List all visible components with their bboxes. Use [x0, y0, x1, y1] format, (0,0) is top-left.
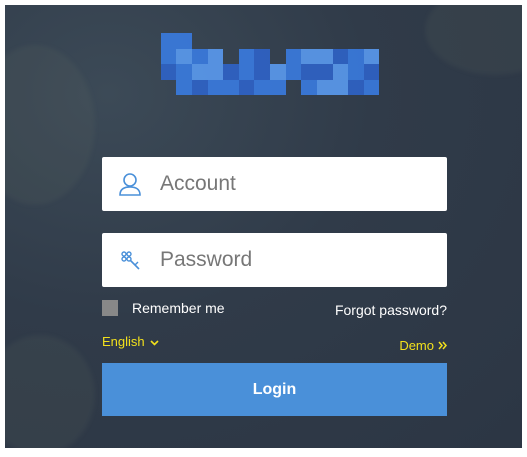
- logo-pixel: [145, 80, 161, 96]
- logo-pixel: [270, 33, 286, 49]
- logo-pixel: [363, 64, 380, 80]
- logo-pixel: [238, 48, 255, 64]
- logo-pixel: [379, 33, 395, 49]
- logo-pixel: [286, 80, 302, 96]
- logo-pixel: [379, 64, 395, 80]
- login-screen: Remember me Forgot password? English Dem…: [5, 5, 522, 448]
- password-input[interactable]: [158, 247, 432, 273]
- remember-me-checkbox[interactable]: [102, 300, 118, 316]
- logo-pixel: [223, 64, 239, 80]
- logo-pixel: [379, 49, 395, 65]
- logo-pixel: [176, 64, 192, 80]
- double-chevron-right-icon: [438, 338, 447, 353]
- logo-pixel: [238, 79, 255, 95]
- logo-pixel: [379, 80, 395, 96]
- logo-pixel: [191, 48, 208, 64]
- chevron-down-icon: [150, 334, 159, 349]
- logo-pixel: [316, 48, 333, 64]
- remember-me-label: Remember me: [132, 300, 225, 316]
- logo-pixel: [301, 48, 317, 64]
- logo-pixel: [316, 64, 333, 80]
- logo-pixel: [364, 33, 380, 49]
- logo-pixel: [145, 33, 161, 49]
- logo-pixel: [191, 79, 208, 95]
- logo-pixel: [239, 33, 255, 49]
- user-icon: [116, 170, 144, 198]
- logo-pixel: [207, 64, 224, 80]
- brand-logo: [145, 33, 395, 95]
- map-land-decoration: [5, 335, 95, 448]
- logo-pixel: [332, 64, 349, 80]
- logo-pixel: [270, 64, 286, 80]
- account-input[interactable]: [158, 171, 432, 197]
- logo-pixel: [301, 33, 317, 49]
- key-icon: [116, 246, 144, 274]
- logo-pixel: [285, 64, 302, 80]
- logo-pixel: [160, 64, 177, 80]
- logo-pixel: [160, 48, 177, 64]
- logo-pixel: [332, 48, 349, 64]
- logo-pixel: [286, 33, 302, 49]
- logo-pixel: [348, 79, 364, 95]
- demo-link[interactable]: Demo: [399, 338, 447, 353]
- demo-label: Demo: [399, 338, 434, 353]
- logo-pixel: [363, 79, 380, 95]
- logo-pixel: [191, 64, 208, 80]
- remember-me[interactable]: Remember me: [102, 300, 225, 316]
- logo-pixel: [223, 49, 239, 65]
- language-label: English: [102, 334, 145, 349]
- logo-pixel: [363, 48, 380, 64]
- logo-pixel: [254, 33, 270, 49]
- logo-pixel: [301, 64, 317, 80]
- logo-pixel: [317, 33, 333, 49]
- logo-pixel: [207, 79, 224, 95]
- logo-pixel: [208, 33, 224, 49]
- password-field[interactable]: [102, 233, 447, 287]
- logo-pixel: [176, 79, 192, 95]
- logo-pixel: [223, 33, 239, 49]
- logo-pixel: [254, 48, 270, 64]
- logo-pixel: [270, 79, 286, 95]
- logo-pixel: [270, 49, 286, 65]
- logo-pixel: [348, 64, 364, 80]
- logo-pixel: [333, 33, 349, 49]
- logo-pixel: [207, 48, 224, 64]
- logo-pixel: [254, 79, 270, 95]
- logo-pixel: [238, 64, 255, 80]
- logo-pixel: [223, 79, 239, 95]
- logo-pixel: [254, 64, 270, 80]
- logo-pixel: [176, 48, 192, 64]
- logo-pixel: [285, 48, 302, 64]
- logo-pixel: [348, 48, 364, 64]
- logo-pixel: [161, 80, 177, 96]
- logo-pixel: [145, 64, 161, 80]
- login-button[interactable]: Login: [102, 363, 447, 416]
- account-field[interactable]: [102, 157, 447, 211]
- forgot-password-link[interactable]: Forgot password?: [335, 302, 447, 318]
- logo-pixel: [348, 33, 364, 49]
- map-land-decoration: [5, 45, 95, 205]
- logo-pixel: [160, 33, 177, 49]
- map-land-decoration: [425, 5, 522, 75]
- logo-pixel: [316, 79, 333, 95]
- logo-pixel: [176, 33, 192, 49]
- language-selector[interactable]: English: [102, 334, 159, 349]
- logo-pixel: [332, 79, 349, 95]
- logo-pixel: [301, 79, 317, 95]
- logo-pixel: [145, 49, 161, 65]
- logo-pixel: [192, 33, 208, 49]
